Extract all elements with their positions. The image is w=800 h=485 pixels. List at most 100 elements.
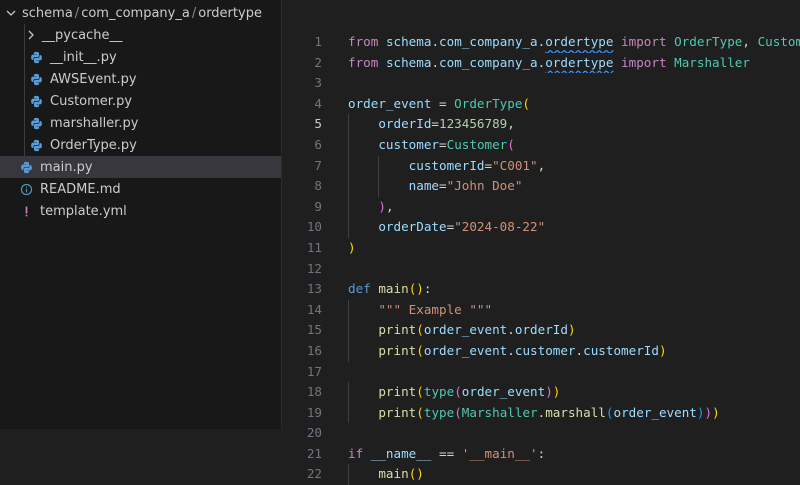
code-token: import (621, 34, 667, 49)
code-token: , (537, 157, 546, 173)
code-token: . (431, 34, 440, 49)
code-line[interactable]: 8 name="John Doe" (282, 176, 800, 197)
line-content: orderDate="2024-08-22" (348, 217, 800, 238)
explorer-item-main[interactable]: main.py (0, 156, 281, 178)
line-content: print(order_event.orderId) (348, 320, 800, 341)
code-token: ordertype (545, 54, 614, 70)
code-line[interactable]: 18 print(type(order_event)) (282, 382, 800, 403)
line-number: 6 (314, 136, 322, 152)
code-line[interactable]: 20 (282, 423, 800, 444)
code-token: Customer (757, 34, 800, 49)
line-content: orderId=123456789, (348, 114, 800, 135)
explorer-sidebar: schema / com_company_a / ordertype __pycache… (0, 0, 282, 429)
line-content: print(order_event.customer.customerId) (348, 340, 800, 362)
code-line[interactable]: 22 main() (282, 464, 800, 485)
code-token: name (408, 178, 440, 194)
line-content: name="John Doe" (348, 176, 800, 197)
code-token: order_event (423, 342, 508, 358)
line-number: 2 (314, 54, 322, 70)
code-token: ( (522, 95, 530, 111)
code-token: : (423, 281, 432, 297)
code-token: ( (408, 466, 417, 482)
code-token: ( (416, 384, 424, 400)
code-token: ( (416, 342, 424, 358)
code-token: customerId (583, 342, 659, 358)
python-file-icon (28, 71, 44, 87)
explorer-item-ordertype[interactable]: OrderType.py (0, 134, 281, 156)
code-token: ( (454, 404, 462, 420)
explorer-item-customer[interactable]: Customer.py (0, 90, 281, 112)
code-line[interactable]: 14 """ Example """ (282, 299, 800, 321)
explorer-item-template[interactable]: template.yml (0, 200, 281, 222)
chevron-down-icon[interactable] (4, 6, 18, 20)
code-line[interactable]: 12 (282, 259, 800, 280)
code-token: , (385, 198, 394, 214)
code-token: = (431, 95, 455, 111)
explorer-item-label: marshaller.py (50, 115, 139, 131)
code-line[interactable]: 6 customer=Customer( (282, 134, 800, 156)
line-number: 3 (314, 75, 322, 91)
code-token: print (378, 342, 417, 358)
code-line[interactable]: 3 (282, 73, 800, 94)
code-line[interactable]: 5 orderId=123456789, (282, 114, 800, 135)
code-line[interactable]: 2 from schema.com_company_a.ordertype imp… (282, 53, 800, 74)
explorer-item-label: main.py (40, 159, 93, 175)
line-number: 7 (314, 157, 322, 173)
line-content: customerId="C001", (348, 155, 800, 177)
line-number: 13 (306, 281, 322, 297)
path-separator: / (191, 5, 197, 21)
explorer-item-readme[interactable]: README.md (0, 178, 281, 200)
code-token: ) (545, 384, 553, 400)
line-number: 8 (314, 178, 322, 194)
code-line[interactable]: 19 print(type(Marshaller.marshall(order_… (282, 402, 800, 424)
line-content: from schema.com_company_a.ordertype impo… (348, 32, 800, 53)
code-line[interactable]: 11) (282, 238, 800, 259)
indent-guide (348, 382, 349, 403)
line-number: 9 (314, 198, 322, 214)
explorer-folder-ordertype[interactable]: schema / com_company_a / ordertype (0, 2, 281, 24)
code-line[interactable]: 13 def main(): (282, 279, 800, 300)
code-token: order_event (348, 95, 432, 111)
code-line[interactable]: 9 ), (282, 196, 800, 218)
code-token: type (423, 384, 455, 400)
code-line[interactable]: 16 print(order_event.customer.customerId… (282, 340, 800, 362)
code-line[interactable]: 7 customerId="C001", (282, 155, 800, 177)
line-content: main() (348, 464, 800, 485)
code-token: print (378, 404, 417, 420)
line-content: print(type(Marshaller.marshall(order_eve… (348, 402, 800, 424)
code-line[interactable]: 17 (282, 362, 800, 383)
code-token: from (348, 54, 379, 70)
code-token: ) (348, 239, 356, 255)
code-line[interactable]: 21 if __name__ == '__main__': (282, 444, 800, 465)
line-content: ) (348, 238, 800, 259)
code-line[interactable]: 15 print(order_event.orderId) (282, 320, 800, 341)
code-line[interactable]: 1 from schema.com_company_a.ordertype imp… (282, 32, 800, 53)
indent-guide (348, 134, 349, 156)
chevron-right-icon[interactable] (24, 28, 38, 42)
code-line[interactable]: 10 orderDate="2024-08-22" (282, 217, 800, 238)
code-token: OrderType (674, 34, 743, 49)
explorer-item-awsevent[interactable]: AWSEvent.py (0, 68, 281, 90)
code-editor[interactable]: 1 from schema.com_company_a.ordertype imp… (282, 0, 800, 485)
code-token: : (537, 445, 546, 461)
explorer-item-init[interactable]: __init__.py (0, 46, 281, 68)
explorer-item-pycache[interactable]: __pycache__ (0, 24, 281, 46)
line-content (348, 362, 800, 383)
code-token: print (378, 384, 417, 400)
code-token: import (621, 54, 667, 70)
breadcrumb-segment: schema (22, 5, 73, 21)
info-icon (18, 181, 34, 197)
code-token: ) (416, 281, 424, 297)
code-token: ( (416, 404, 424, 420)
line-number: 22 (306, 466, 322, 482)
explorer-item-marshaller[interactable]: marshaller.py (0, 112, 281, 134)
code-token: Marshaller (461, 404, 538, 420)
code-line[interactable]: 4 order_event = OrderType( (282, 94, 800, 115)
